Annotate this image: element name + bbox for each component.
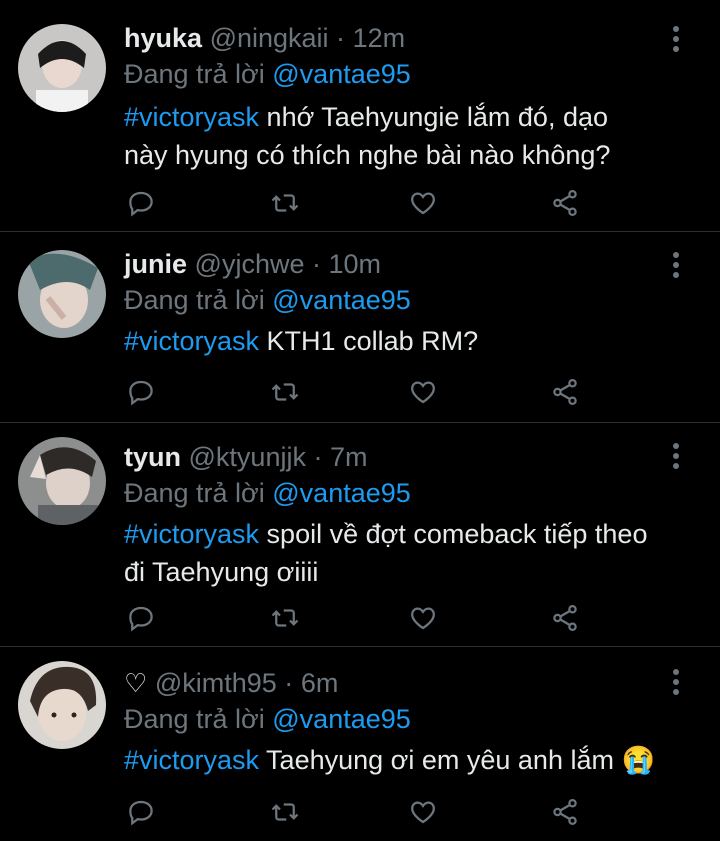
like-icon[interactable] [406,375,440,409]
timestamp[interactable]: 7m [330,442,368,472]
reply-icon[interactable] [124,601,158,635]
tweet-header: junie @yjchwe · 10m [124,246,381,282]
more-icon[interactable] [670,26,682,54]
reply-icon[interactable] [124,795,158,829]
tweet-text-line1: Taehyung ơi em yêu anh lắm 😭 [259,745,656,775]
mention-link[interactable]: @vantae95 [272,478,411,508]
hashtag-link[interactable]: #victoryask [124,102,259,132]
avatar[interactable] [18,250,106,338]
avatar[interactable] [18,661,106,749]
share-icon[interactable] [548,795,582,829]
tweet-text-line1: KTH1 collab RM? [259,326,479,356]
share-icon[interactable] [548,186,582,220]
tweet-text: #victoryask KTH1 collab RM? [124,322,684,360]
like-icon[interactable] [406,186,440,220]
more-icon[interactable] [670,252,682,280]
replying-to-line: Đang trả lời @vantae95 [124,56,411,92]
reply-icon[interactable] [124,186,158,220]
reply-icon[interactable] [124,375,158,409]
action-bar [124,795,720,829]
replying-label: Đang trả lời [124,478,273,508]
separator-dot: · [284,668,294,698]
replying-label: Đang trả lời [124,704,273,734]
separator-dot: · [312,249,321,279]
tweet-text-line2: này hyung có thích nghe bài nào không? [124,140,611,170]
tweet-text-line2: đi Taehyung ơiiii [124,557,319,587]
tweet-card[interactable]: tyun @ktyunjjk · 7m Đang trả lời @vantae… [0,423,720,647]
mention-link[interactable]: @vantae95 [272,704,411,734]
user-handle[interactable]: @yjchwe [195,249,305,279]
tweet-text: #victoryask spoil về đợt comeback tiếp t… [124,515,684,591]
timestamp[interactable]: 6m [301,668,339,698]
hashtag-link[interactable]: #victoryask [124,745,259,775]
tweet-header: hyuka @ningkaii · 12m [124,20,405,56]
separator-dot: · [336,23,346,53]
action-bar [124,601,720,635]
hashtag-link[interactable]: #victoryask [124,326,259,356]
replying-to-line: Đang trả lời @vantae95 [124,701,411,737]
timestamp[interactable]: 12m [353,23,406,53]
like-icon[interactable] [406,601,440,635]
mention-link[interactable]: @vantae95 [272,285,411,315]
timestamp[interactable]: 10m [329,249,382,279]
share-icon[interactable] [548,601,582,635]
display-name[interactable]: tyun [124,442,181,472]
user-handle[interactable]: @kimth95 [155,668,277,698]
share-icon[interactable] [548,375,582,409]
replying-label: Đang trả lời [124,285,273,315]
replying-to-line: Đang trả lời @vantae95 [124,282,411,318]
tweet-card[interactable]: ♡ @kimth95 · 6m Đang trả lời @vantae95 #… [0,647,720,841]
retweet-icon[interactable] [268,186,302,220]
retweet-icon[interactable] [268,375,302,409]
retweet-icon[interactable] [268,795,302,829]
tweet-text-line1: spoil về đợt comeback tiếp theo [259,519,648,549]
tweet-text: #victoryask Taehyung ơi em yêu anh lắm 😭 [124,741,684,779]
like-icon[interactable] [406,795,440,829]
tweet-header: tyun @ktyunjjk · 7m [124,439,368,475]
hashtag-link[interactable]: #victoryask [124,519,259,549]
user-handle[interactable]: @ktyunjjk [189,442,306,472]
display-name[interactable]: junie [124,249,187,279]
more-icon[interactable] [670,443,682,471]
action-bar [124,186,720,220]
tweet-card[interactable]: junie @yjchwe · 10m Đang trả lời @vantae… [0,232,720,423]
separator-dot: · [313,442,323,472]
tweet-card[interactable]: hyuka @ningkaii · 12m Đang trả lời @vant… [0,0,720,232]
tweet-text-line1: nhớ Taehyungie lắm đó, dạo [259,102,609,132]
avatar[interactable] [18,437,106,525]
retweet-icon[interactable] [268,601,302,635]
replying-to-line: Đang trả lời @vantae95 [124,475,411,511]
avatar[interactable] [18,24,106,112]
user-handle[interactable]: @ningkaii [210,23,329,53]
mention-link[interactable]: @vantae95 [272,59,411,89]
action-bar [124,375,720,409]
more-icon[interactable] [670,669,682,697]
display-name[interactable]: ♡ [124,668,147,698]
replying-label: Đang trả lời [124,59,273,89]
tweet-header: ♡ @kimth95 · 6m [124,665,338,701]
tweet-text: #victoryask nhớ Taehyungie lắm đó, dạo n… [124,98,684,174]
display-name[interactable]: hyuka [124,23,202,53]
